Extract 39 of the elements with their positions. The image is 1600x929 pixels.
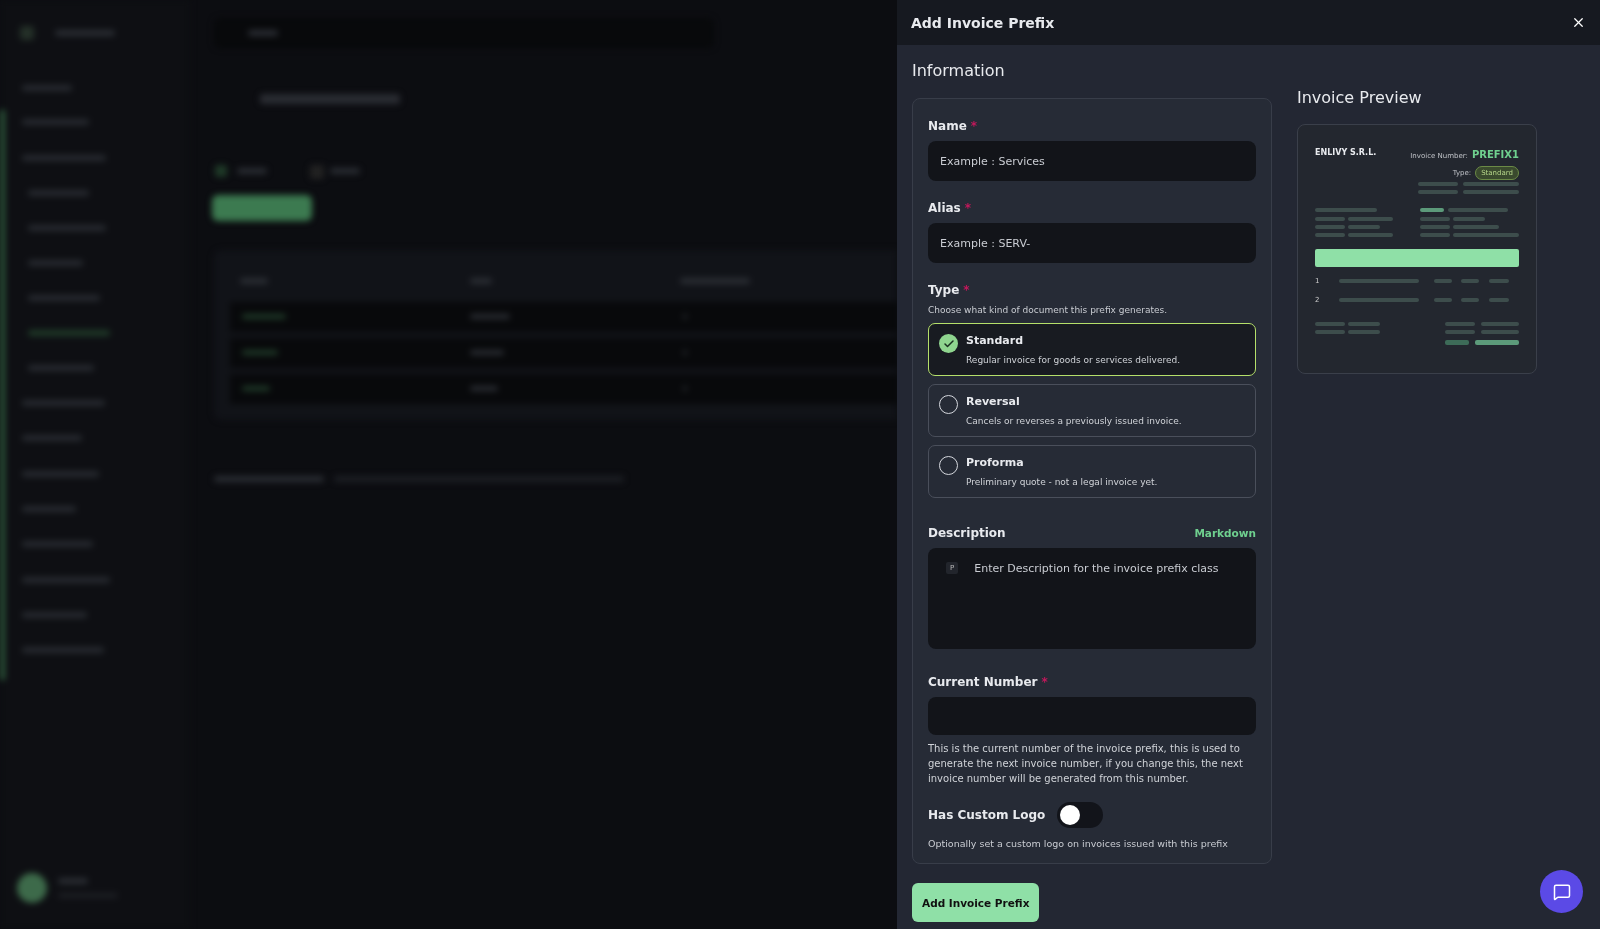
type-option[interactable]: Reversal Cancels or reverses a previously issued invoice. [928,384,1256,437]
field-hint: Choose what kind of document this prefix generates. [928,305,1169,315]
required-mark: * [964,201,972,215]
text-field[interactable]: Example : Services [928,141,1256,181]
toggle-switch[interactable] [1057,802,1104,828]
option-description: Regular invoice for goods or services delivered. [966,355,1181,365]
close-button[interactable] [1571,15,1586,30]
field-label: Has Custom Logo [928,808,1046,822]
invoice-number: PREFIX1 [1471,149,1519,160]
markdown-link[interactable]: Markdown [1194,527,1256,539]
type-option[interactable]: Proforma Preliminary quote - not a legal invoice yet. [928,445,1256,498]
company-name: ENLIVY S.R.L. [1315,148,1377,157]
option-description: Cancels or reverses a previously issued invoice. [966,416,1182,426]
field-label: Description [928,526,1006,540]
option-title: Reversal [966,395,1021,408]
close-icon [1571,15,1586,30]
preview-title: Invoice Preview [1297,88,1423,107]
drawer-title: Add Invoice Prefix [911,14,1055,31]
field-label: Current Number [928,675,1038,689]
option-title: Standard [966,334,1025,347]
number-field[interactable] [928,697,1256,735]
required-mark: * [1041,675,1048,689]
text-field[interactable]: Example : SERV- [928,223,1256,263]
field-label: Alias [928,201,961,215]
field-hint: Optionally set a custom logo on invoices issued with this prefix [928,838,1229,849]
option-description: Preliminary quote - not a legal invoice yet. [966,477,1158,487]
required-mark: * [963,283,970,297]
field-label: Name [928,119,967,133]
field-label: Type [928,283,960,297]
chat-icon [1552,882,1571,901]
add-invoice-prefix-button[interactable]: Add Invoice Prefix [912,883,1040,922]
required-mark: * [970,119,978,133]
section-title: Information [912,61,1006,80]
option-title: Proforma [966,456,1025,469]
editor-placeholder: Enter Description for the invoice prefix class [974,562,1219,575]
chat-button[interactable] [1540,870,1583,913]
help-text: This is the current number of the invoice prefix, this is used to generate the next invoice number, if you change this, the next invoice number will be generated from this number. [928,742,1244,786]
check-icon [939,334,958,353]
type-option[interactable]: Standard Regular invoice for goods or services delivered. [928,323,1256,376]
